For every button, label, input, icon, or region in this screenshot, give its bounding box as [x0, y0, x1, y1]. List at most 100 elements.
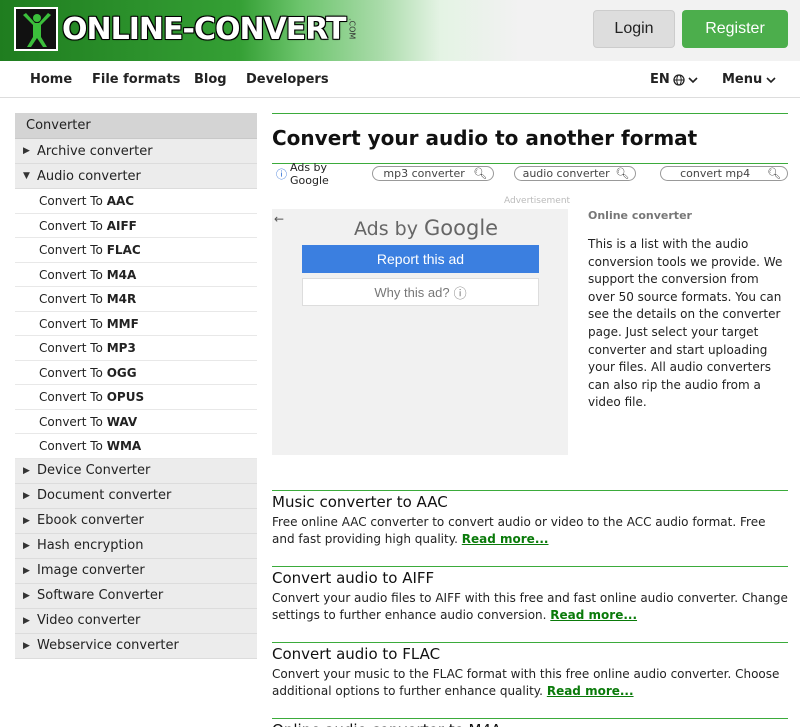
aside-title: Online converter — [588, 209, 692, 222]
ads-by-google-label[interactable]: ⓘ Ads by Google — [272, 161, 366, 187]
read-more-link[interactable]: Read more... — [550, 608, 637, 622]
subitem-format: WAV — [106, 414, 138, 429]
login-button[interactable]: Login — [593, 10, 675, 48]
sidebar-category-video-converter[interactable]: ▶ Video converter — [15, 608, 257, 634]
sidebar-category-hash-encryption[interactable]: ▶ Hash encryption — [15, 533, 257, 559]
subitem-prefix: Convert To — [39, 341, 103, 355]
subitem-prefix: Convert To — [39, 267, 103, 282]
sidebar-category-audio[interactable]: ▼ Audio converter — [15, 164, 257, 189]
report-ad-button[interactable]: Report this ad — [302, 245, 539, 273]
subitem-format: MP3 — [106, 341, 136, 355]
subitem-prefix: Convert To — [39, 365, 103, 380]
caret-down-icon: ▼ — [23, 171, 30, 181]
sidebar-subitem-m4r[interactable]: Convert To M4R — [15, 287, 257, 312]
search-icon: 🔍︎ — [615, 167, 630, 180]
language-code: EN — [650, 72, 670, 87]
sidebar-subitem-opus[interactable]: Convert To OPUS — [15, 385, 257, 410]
converter-sidebar: Converter ▶ Archive converter ▼ Audio co… — [15, 113, 257, 659]
nav-blog[interactable]: Blog — [194, 72, 227, 87]
subitem-prefix: Convert To — [39, 316, 103, 331]
subitem-format: AIFF — [106, 218, 137, 233]
sidebar-category-ebook-converter[interactable]: ▶ Ebook converter — [15, 508, 257, 534]
logo-figure-icon — [14, 7, 58, 51]
sidebar-subitem-wav[interactable]: Convert To WAV — [15, 409, 257, 434]
sidebar-category-document-converter[interactable]: ▶ Document converter — [15, 483, 257, 509]
sidebar-heading: Converter — [15, 113, 257, 139]
ad-pill-mp3[interactable]: mp3 converter 🔍︎ — [372, 166, 495, 181]
logo-text: ONLINE-CONVERT — [62, 11, 346, 47]
why-this-ad-button[interactable]: Why this ad? ⓘ — [302, 278, 539, 306]
ad-pill-audio[interactable]: audio converter 🔍︎ — [514, 166, 637, 181]
nav-home[interactable]: Home — [30, 72, 72, 87]
subitem-prefix: Convert To — [39, 414, 103, 429]
page-title: Convert your audio to another format — [272, 126, 698, 150]
sidebar-category-software-converter[interactable]: ▶ Software Converter — [15, 583, 257, 609]
caret-right-icon: ▶ — [23, 640, 30, 651]
chevron-down-icon — [766, 76, 776, 83]
back-arrow-icon[interactable]: ← — [274, 212, 284, 226]
read-more-link[interactable]: Read more... — [547, 684, 634, 698]
subitem-format: M4R — [106, 292, 137, 306]
subitem-format: OPUS — [106, 390, 145, 404]
sidebar-subitem-mmf[interactable]: Convert To MMF — [15, 311, 257, 336]
subitem-prefix: Convert To — [39, 439, 103, 453]
nav-file-formats[interactable]: File formats — [92, 72, 180, 87]
sidebar-subitem-wma[interactable]: Convert To WMA — [15, 434, 257, 459]
sidebar-category-label: Ebook converter — [37, 513, 144, 528]
site-logo[interactable]: ONLINE-CONVERT .COM — [14, 6, 357, 52]
language-selector[interactable]: EN — [650, 72, 698, 87]
caret-right-icon: ▶ — [23, 590, 30, 601]
sidebar-category-label: Webservice converter — [37, 638, 179, 653]
sidebar-category-webservice-converter[interactable]: ▶ Webservice converter — [15, 633, 257, 659]
sidebar-category-label: Document converter — [37, 488, 172, 503]
section-title[interactable]: Convert audio to AIFF — [272, 566, 788, 590]
sidebar-subitem-flac[interactable]: Convert To FLAC — [15, 238, 257, 263]
sidebar-category-image-converter[interactable]: ▶ Image converter — [15, 558, 257, 584]
section-title[interactable]: Convert audio to FLAC — [272, 642, 788, 666]
subitem-format: OGG — [106, 365, 137, 380]
subitem-prefix: Convert To — [39, 292, 103, 306]
ads-by-google-text: Ads by Google — [290, 160, 329, 187]
sidebar-category-device-converter[interactable]: ▶ Device Converter — [15, 458, 257, 484]
section-aiff: Convert audio to AIFF Convert your audio… — [272, 566, 788, 624]
subitem-format: M4A — [106, 267, 137, 282]
read-more-link[interactable]: Read more... — [462, 532, 549, 546]
caret-right-icon: ▶ — [23, 540, 30, 551]
nav-developers[interactable]: Developers — [246, 72, 329, 87]
caret-right-icon: ▶ — [23, 515, 30, 526]
sidebar-categories: ▶ Device Converter ▶ Document converter ▶ Ebo… — [15, 458, 257, 659]
sidebar-subitem-ogg[interactable]: Convert To OGG — [15, 360, 257, 385]
subitem-format: MMF — [106, 316, 139, 331]
ad-pill-mp4[interactable]: convert mp4 🔍︎ — [660, 166, 789, 181]
section-text: Convert your music to the FLAC format wi… — [272, 667, 780, 698]
caret-right-icon: ▶ — [23, 490, 30, 501]
sidebar-subitem-aac[interactable]: Convert To AAC — [15, 189, 257, 214]
main-nav: Home File formats Blog Developers EN Men… — [0, 61, 800, 98]
menu-label: Menu — [722, 72, 763, 87]
sidebar-category-label: Device Converter — [37, 463, 151, 478]
sidebar-category-label: Software Converter — [37, 588, 164, 603]
sidebar-category-label: Image converter — [37, 563, 145, 578]
logo-com: .COM — [347, 18, 357, 40]
sidebar-subitem-mp3[interactable]: Convert To MP3 — [15, 336, 257, 361]
caret-right-icon: ▶ — [23, 565, 30, 576]
menu-button[interactable]: Menu — [722, 72, 776, 87]
sidebar-subitem-aiff[interactable]: Convert To AIFF — [15, 213, 257, 238]
section-title[interactable]: Online audio converter to M4A — [272, 718, 788, 727]
subitem-prefix: Convert To — [39, 218, 103, 233]
sidebar-category-archive[interactable]: ▶ Archive converter — [15, 139, 257, 164]
section-title[interactable]: Music converter to AAC — [272, 490, 788, 514]
main-content: Convert your audio to another format ⓘ A… — [272, 113, 789, 727]
audio-subitems: Convert To AAC Convert To AIFF Convert To … — [15, 189, 257, 459]
register-button[interactable]: Register — [682, 10, 788, 48]
sidebar-subitem-m4a[interactable]: Convert To M4A — [15, 262, 257, 287]
section-flac: Convert audio to FLAC Convert your music… — [272, 642, 788, 700]
sidebar-category-label: Hash encryption — [37, 538, 144, 553]
caret-right-icon: ▶ — [23, 615, 30, 626]
globe-icon — [673, 73, 685, 86]
ad-pill-label: audio converter — [522, 167, 610, 180]
sidebar-category-label: Audio converter — [37, 168, 141, 184]
aside-text: This is a list with the audio conversion… — [588, 237, 783, 410]
sidebar-category-label: Video converter — [37, 613, 141, 628]
why-this-ad-label: Why this ad? — [374, 284, 450, 300]
